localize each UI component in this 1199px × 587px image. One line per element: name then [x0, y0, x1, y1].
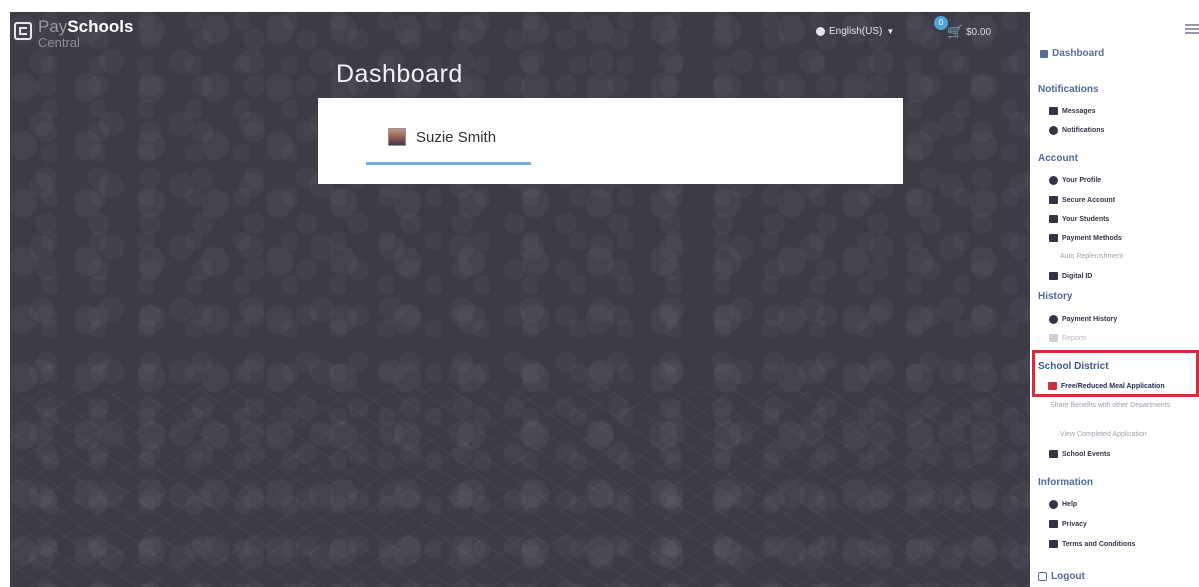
language-selector[interactable]: English(US) ▼ [816, 26, 894, 37]
sidebar-item-secure-account[interactable]: Secure Account [1049, 196, 1115, 204]
student-name: Suzie Smith [416, 128, 497, 146]
sidebar-item-label: Auto Replenishment [1060, 253, 1124, 260]
user-circle-icon [1049, 176, 1058, 185]
sidebar-item-label: Payment Methods [1062, 234, 1122, 242]
language-label: English(US) [829, 26, 883, 37]
cart-count-badge: 0 [934, 16, 948, 30]
logout-icon [1038, 572, 1047, 581]
credit-card-icon [1049, 234, 1058, 242]
sidebar-item-label: Privacy [1062, 520, 1087, 528]
student-card: Suzie Smith [318, 98, 903, 184]
sidebar-item-label: School Events [1062, 450, 1111, 458]
section-account: Account [1038, 153, 1078, 164]
active-tab-indicator [366, 162, 531, 165]
sidebar-item-label: Dashboard [1052, 48, 1105, 59]
sidebar-item-label: Help [1062, 501, 1078, 508]
sidebar-item-auto-replenishment[interactable]: Auto Replenishment [1060, 253, 1123, 260]
section-notifications: Notifications [1038, 84, 1099, 95]
help-icon [1049, 500, 1058, 509]
sidebar-item-share-benefits[interactable]: Share Benefits with other Departments [1050, 401, 1190, 411]
avatar [388, 128, 406, 146]
sidebar-item-messages[interactable]: Messages [1049, 107, 1095, 115]
sidebar-item-label: Secure Account [1062, 196, 1116, 204]
sidebar-item-your-students[interactable]: Your Students [1049, 215, 1109, 223]
sidebar-item-label: Messages [1062, 107, 1096, 115]
sidebar-item-terms-and-conditions[interactable]: Terms and Conditions [1049, 540, 1135, 548]
sidebar-item-payment-methods[interactable]: Payment Methods [1049, 234, 1122, 242]
dashboard-icon [1040, 49, 1048, 58]
document-icon [1049, 540, 1058, 548]
sidebar-item-label: Reports [1062, 334, 1087, 342]
sidebar-item-label: Payment History [1062, 316, 1118, 323]
sidebar-item-privacy[interactable]: Privacy [1049, 520, 1087, 528]
cart-total: $0.00 [966, 27, 992, 38]
globe-icon [816, 27, 825, 36]
sidebar-item-label: Digital ID [1062, 272, 1093, 280]
sidebar-item-label: Notifications [1062, 127, 1105, 134]
sidebar-item-reports[interactable]: Reports [1049, 334, 1087, 342]
message-icon [1049, 107, 1058, 115]
sidebar-item-label: Share Benefits with other Departments [1050, 402, 1171, 409]
student-tab[interactable]: Suzie Smith [388, 128, 496, 146]
brand-logo[interactable]: PaySchools Central [14, 17, 134, 50]
brand-text: PaySchools Central [38, 17, 134, 50]
brand-pay: Pay [38, 17, 68, 36]
sidebar-item-payment-history[interactable]: Payment History [1049, 315, 1117, 324]
sidebar-item-digital-id[interactable]: Digital ID [1049, 272, 1092, 280]
cart-icon: 🛒 [947, 24, 964, 39]
sidebar-item-view-completed-application[interactable]: View Completed Application [1060, 431, 1147, 438]
sidebar-item-help[interactable]: Help [1049, 500, 1077, 509]
page-frame: PaySchools Central English(US) ▼ 0 🛒 $0.… [0, 0, 1199, 587]
highlight-box [1032, 350, 1199, 397]
logout-label: Logout [1051, 571, 1085, 582]
brand-schools: Schools [67, 17, 134, 36]
users-icon [1049, 215, 1058, 223]
brand-sub: Central [38, 35, 80, 50]
id-card-icon [1049, 272, 1058, 280]
sidebar-item-your-profile[interactable]: Your Profile [1049, 176, 1101, 185]
page-title: Dashboard [336, 60, 463, 88]
section-history: History [1038, 291, 1073, 302]
calendar-icon [1049, 450, 1058, 458]
history-icon [1049, 315, 1058, 324]
main-area: PaySchools Central English(US) ▼ 0 🛒 $0.… [10, 12, 1030, 587]
sidebar-item-label: Your Students [1062, 215, 1110, 223]
logout-link[interactable]: Logout [1038, 571, 1085, 582]
sidebar-item-label: Your Profile [1062, 177, 1102, 184]
sidebar-item-notifications[interactable]: Notifications [1049, 126, 1104, 135]
sidebar-item-label: View Completed Application [1060, 431, 1147, 438]
lock-icon [1049, 196, 1058, 204]
caret-down-icon: ▼ [886, 27, 895, 36]
hamburger-icon[interactable] [1185, 24, 1199, 34]
sidebar-item-dashboard[interactable]: Dashboard [1040, 48, 1104, 59]
bell-icon [1049, 126, 1058, 135]
sidebar-item-label: Terms and Conditions [1062, 540, 1136, 548]
section-information: Information [1038, 477, 1093, 488]
paySchools-logo-icon [14, 22, 32, 40]
report-icon [1049, 334, 1058, 342]
lock-icon [1049, 520, 1058, 528]
sidebar: Dashboard Notifications Messages Notific… [1030, 0, 1199, 587]
sidebar-item-school-events[interactable]: School Events [1049, 450, 1110, 458]
